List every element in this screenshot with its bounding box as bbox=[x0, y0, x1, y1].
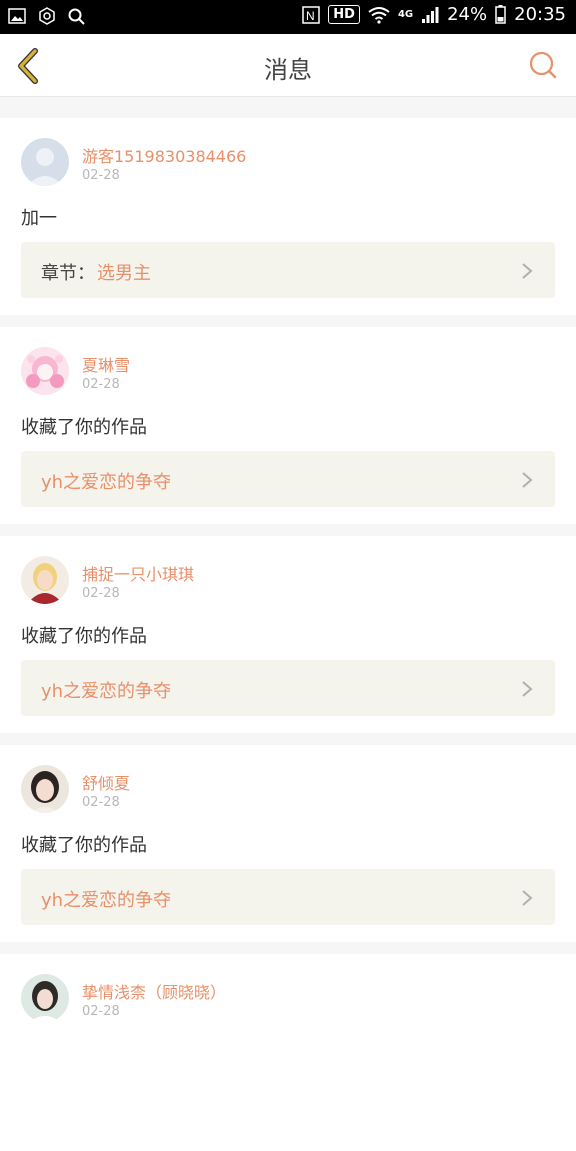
settings-icon bbox=[39, 7, 55, 25]
message-content: 收藏了你的作品 bbox=[21, 417, 147, 438]
battery-percent: 24% bbox=[447, 4, 488, 25]
message-card: 夏琳雪 02-28 收藏了你的作品 yh之爱恋的争夺 bbox=[0, 327, 576, 524]
link-text: 选男主 bbox=[97, 263, 151, 284]
signal-icon bbox=[422, 6, 439, 23]
hd-badge: HD bbox=[328, 5, 360, 24]
message-card: 游客1519830384466 02-28 加一 章节： 选男主 bbox=[0, 118, 576, 315]
work-link[interactable]: yh之爱恋的争夺 bbox=[21, 660, 555, 716]
nav-bar: 消息 bbox=[0, 34, 576, 97]
message-date: 02-28 bbox=[82, 795, 120, 810]
message-date: 02-28 bbox=[82, 168, 120, 183]
message-content: 收藏了你的作品 bbox=[21, 835, 147, 856]
svg-text:N: N bbox=[306, 9, 315, 23]
username[interactable]: 舒倾夏 bbox=[82, 770, 130, 794]
chapter-link[interactable]: 章节： 选男主 bbox=[21, 242, 555, 298]
message-content: 加一 bbox=[21, 208, 57, 229]
message-card: 挚情浅柰（顾晓晓） 02-28 bbox=[0, 954, 576, 1151]
user-avatar-icon bbox=[21, 974, 69, 1022]
message-date: 02-28 bbox=[82, 586, 120, 601]
user-avatar-icon bbox=[21, 347, 69, 395]
chevron-right-icon bbox=[522, 263, 533, 279]
message-content: 收藏了你的作品 bbox=[21, 626, 147, 647]
message-date: 02-28 bbox=[82, 377, 120, 392]
username[interactable]: 游客1519830384466 bbox=[82, 143, 246, 167]
gallery-icon bbox=[8, 8, 26, 24]
page-title: 消息 bbox=[264, 56, 312, 84]
link-text: yh之爱恋的争夺 bbox=[41, 472, 172, 493]
user-avatar-icon bbox=[21, 556, 69, 604]
message-date: 02-28 bbox=[82, 1004, 120, 1019]
search-icon bbox=[68, 8, 85, 25]
username[interactable]: 挚情浅柰（顾晓晓） bbox=[82, 979, 226, 1003]
search-icon[interactable] bbox=[528, 50, 558, 80]
username[interactable]: 捕捉一只小琪琪 bbox=[82, 561, 194, 585]
message-card: 舒倾夏 02-28 收藏了你的作品 yh之爱恋的争夺 bbox=[0, 745, 576, 942]
user-avatar-icon bbox=[21, 765, 69, 813]
avatar[interactable] bbox=[21, 347, 69, 395]
chevron-right-icon bbox=[522, 681, 533, 697]
battery-icon bbox=[495, 5, 506, 24]
message-card: 捕捉一只小琪琪 02-28 收藏了你的作品 yh之爱恋的争夺 bbox=[0, 536, 576, 733]
nfc-icon: N bbox=[302, 5, 321, 24]
status-bar: N HD 4G 24% 20:35 bbox=[0, 0, 576, 34]
avatar[interactable] bbox=[21, 556, 69, 604]
chevron-right-icon bbox=[522, 890, 533, 906]
avatar[interactable] bbox=[21, 138, 69, 186]
link-text: yh之爱恋的争夺 bbox=[41, 890, 172, 911]
default-avatar-icon bbox=[21, 138, 69, 186]
username[interactable]: 夏琳雪 bbox=[82, 352, 130, 376]
network-type: 4G bbox=[397, 9, 414, 20]
chevron-right-icon bbox=[522, 472, 533, 488]
work-link[interactable]: yh之爱恋的争夺 bbox=[21, 451, 555, 507]
avatar[interactable] bbox=[21, 974, 69, 1022]
wifi-icon bbox=[368, 6, 390, 24]
work-link[interactable]: yh之爱恋的争夺 bbox=[21, 869, 555, 925]
link-text: yh之爱恋的争夺 bbox=[41, 681, 172, 702]
avatar[interactable] bbox=[21, 765, 69, 813]
clock: 20:35 bbox=[514, 4, 566, 25]
link-prefix: 章节： bbox=[41, 263, 95, 284]
